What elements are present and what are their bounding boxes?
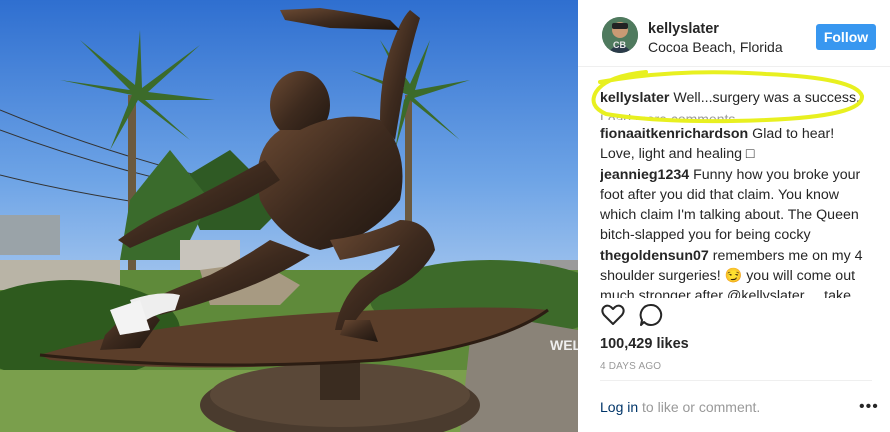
likes-count[interactable]: 100,429 likes [600,336,689,352]
comment-username[interactable]: jeannieg1234 [600,167,689,183]
avatar[interactable]: CB [602,17,638,53]
follow-button[interactable]: Follow [816,24,876,50]
login-prompt: Log in to like or comment. [600,399,760,415]
svg-text:WEL: WEL [550,337,578,353]
comment-item: thegoldensun07 remembers me on my 4 shou… [600,246,872,298]
post-photo[interactable]: WEL [0,0,578,432]
statue-image: WEL [0,0,578,432]
comment-username[interactable]: fionaaitkenrichardson [600,126,748,142]
comments-list[interactable]: kellyslater Well...surgery was a success… [600,78,872,298]
post-location[interactable]: Cocoa Beach, Florida [648,39,783,55]
comment-item: jeannieg1234 Funny how you broke your fo… [600,165,872,245]
post-header: CB kellyslater Cocoa Beach, Florida Foll… [578,0,890,67]
post-panel: CB kellyslater Cocoa Beach, Florida Foll… [578,0,890,432]
heart-icon[interactable] [600,302,626,328]
caption-text: Well...surgery was a success. [673,90,860,106]
avatar-image: CB [602,17,638,53]
author-username[interactable]: kellyslater [648,21,719,37]
post-timestamp[interactable]: 4 DAYS AGO [600,361,661,372]
svg-text:CB: CB [613,40,626,50]
more-options-icon[interactable]: ••• [859,398,879,416]
login-link[interactable]: Log in [600,399,638,415]
caption-username[interactable]: kellyslater [600,90,669,106]
divider [600,380,872,381]
login-prompt-text: to like or comment. [638,399,761,415]
load-more-comments[interactable]: Load more comments [600,110,872,120]
comment-username[interactable]: thegoldensun07 [600,248,709,264]
comment-item: fionaaitkenrichardson Glad to hear! Love… [600,124,872,164]
comment-icon[interactable] [638,302,664,328]
post-caption: kellyslater Well...surgery was a success… [600,88,872,108]
